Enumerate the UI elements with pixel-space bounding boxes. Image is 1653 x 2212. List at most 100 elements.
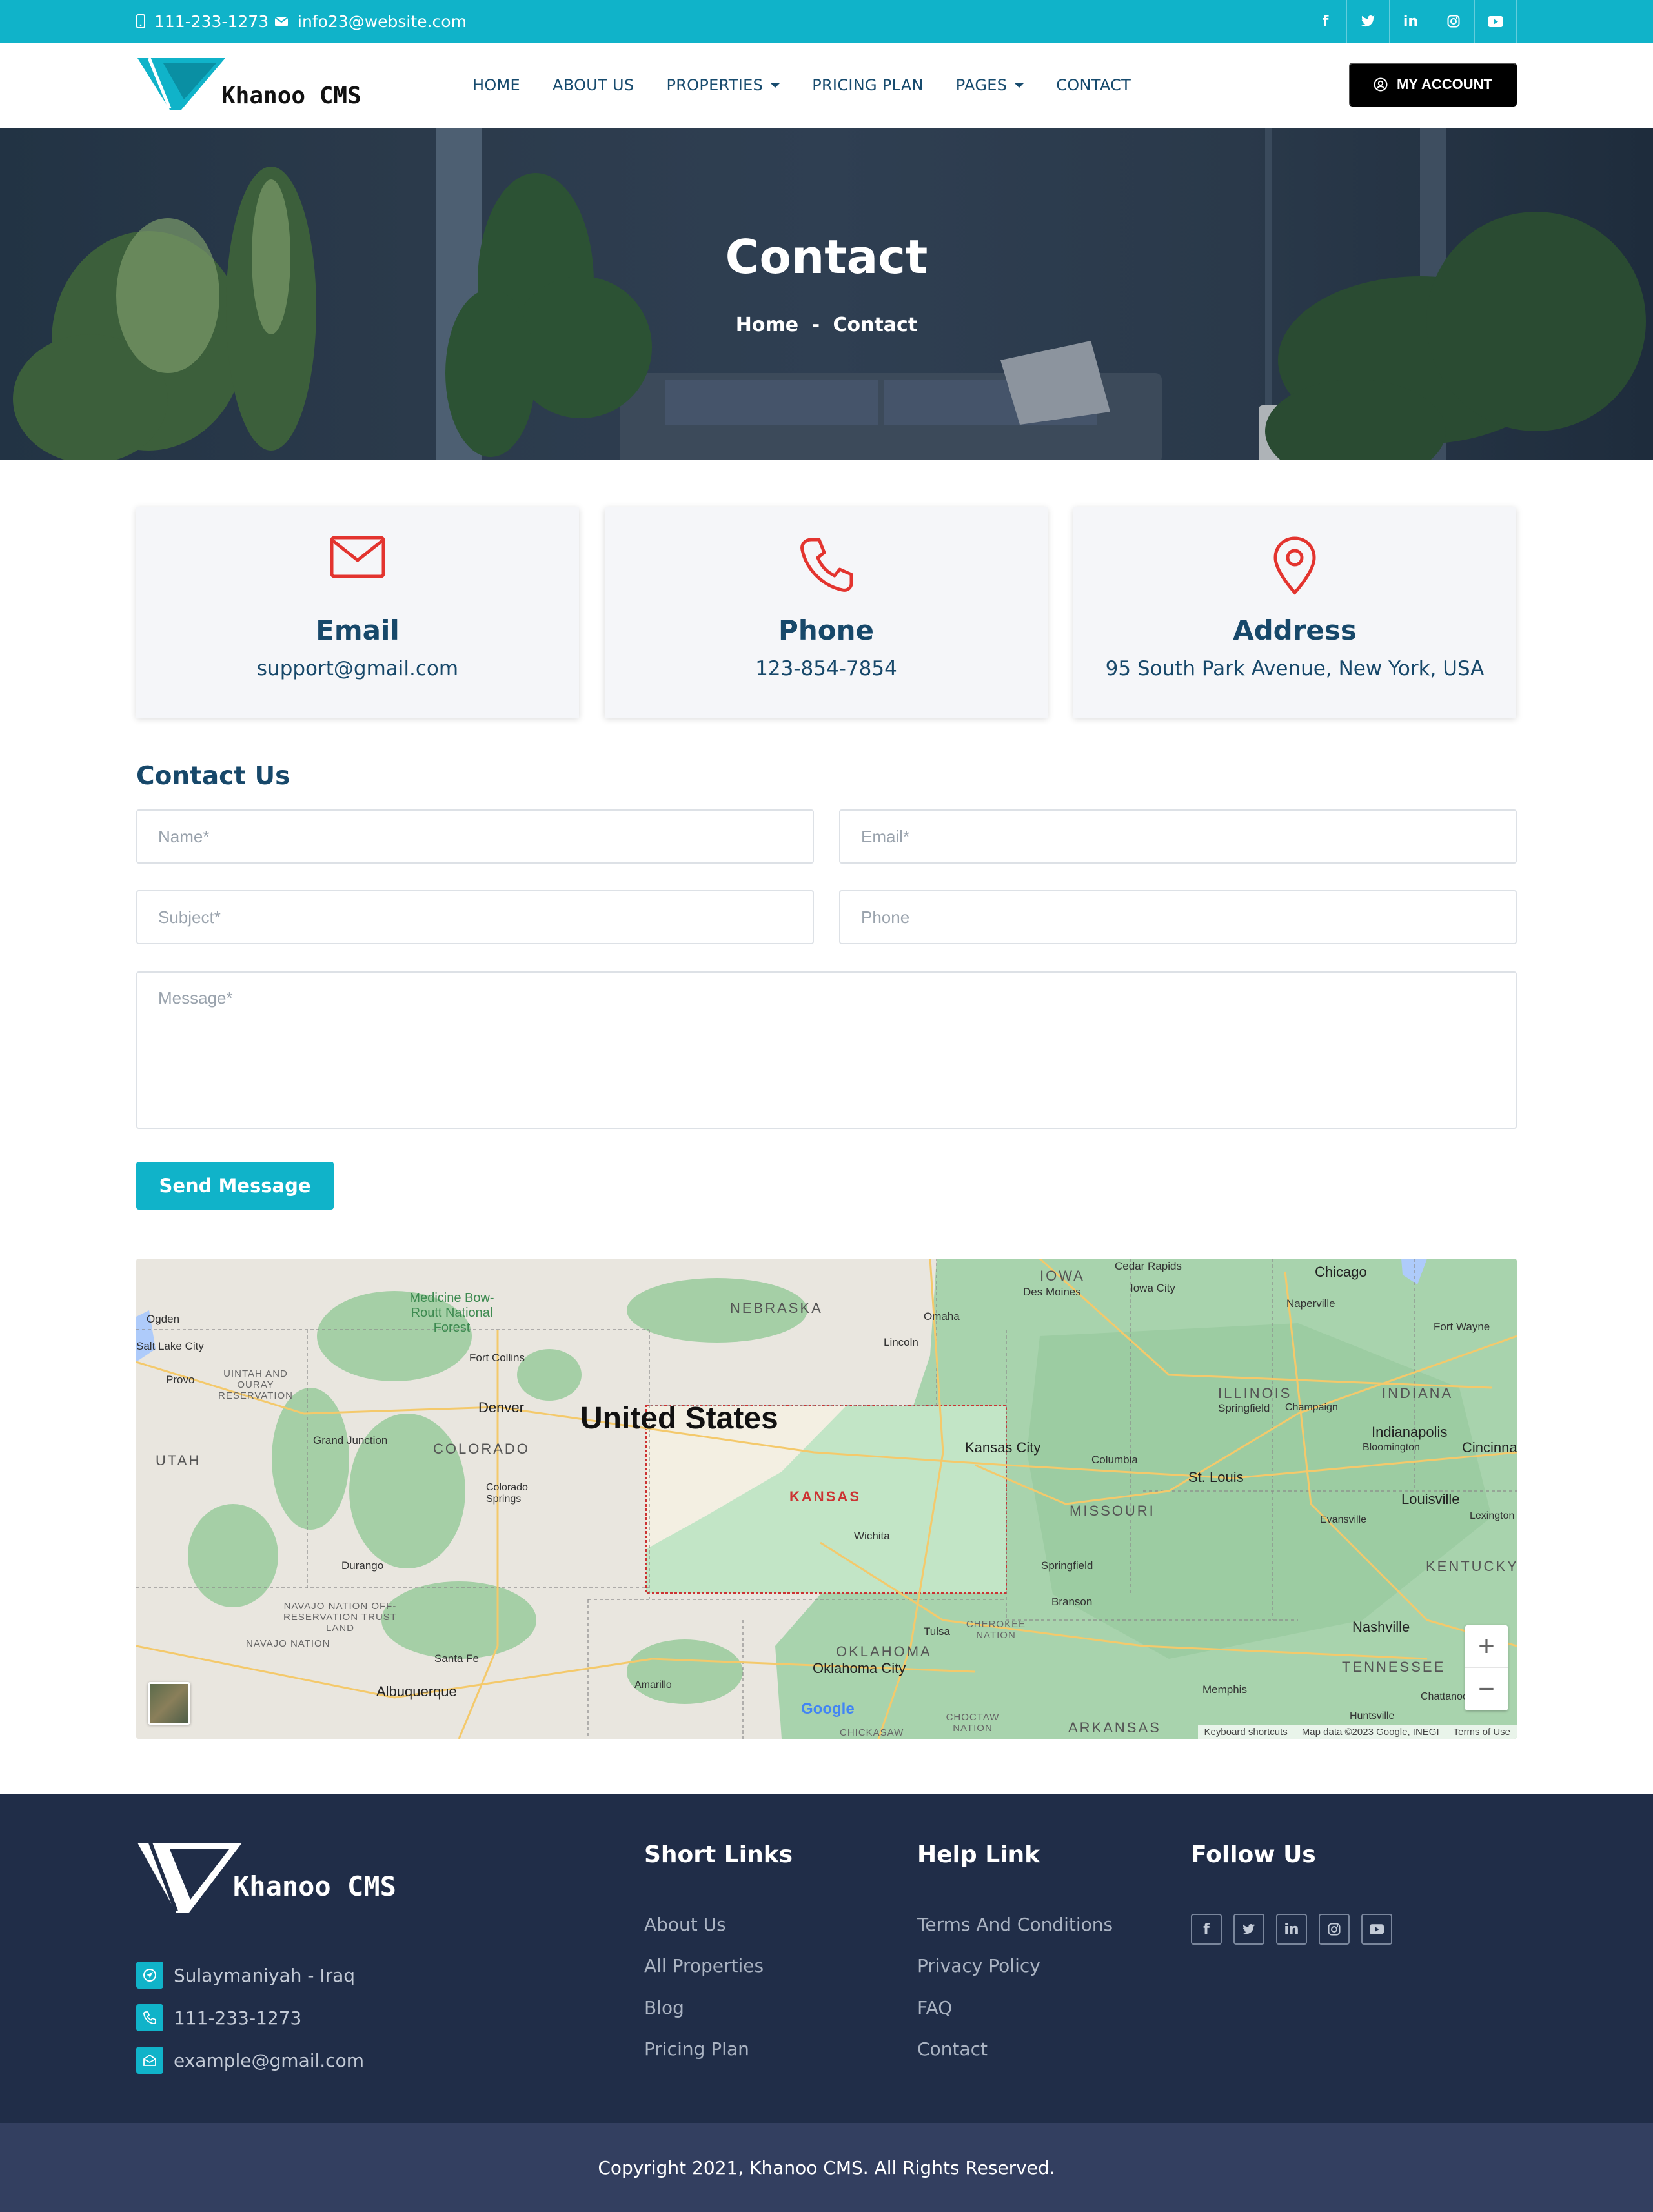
footer-link-contact[interactable]: Contact bbox=[917, 2038, 988, 2060]
map-city-label: Chicago bbox=[1315, 1264, 1367, 1280]
map-city-label: Albuquerque bbox=[376, 1683, 457, 1700]
send-message-button[interactable]: Send Message bbox=[136, 1162, 334, 1210]
footer-link-privacy-policy[interactable]: Privacy Policy bbox=[917, 1955, 1040, 1976]
nav-properties-dropdown[interactable]: PROPERTIES bbox=[666, 76, 780, 94]
map-city-label: Santa Fe bbox=[434, 1652, 479, 1665]
email-info-card: Email support@gmail.com bbox=[136, 507, 579, 718]
user-circle-icon bbox=[1374, 77, 1388, 92]
card-value: support@gmail.com bbox=[256, 657, 459, 680]
main-navbar: Khanoo CMS HOME ABOUT US PROPERTIES PRIC… bbox=[0, 43, 1653, 128]
copyright-bar: Copyright 2021, Khanoo CMS. All Rights R… bbox=[0, 2123, 1653, 2212]
footer-phone-text: 111-233-1273 bbox=[174, 2007, 302, 2029]
footer-logo-text: Khanoo CMS bbox=[233, 1871, 396, 1902]
map-city-label: Nashville bbox=[1352, 1619, 1410, 1635]
map-city-label: Denver bbox=[478, 1399, 524, 1415]
facebook-icon[interactable]: f bbox=[1304, 0, 1346, 43]
phone-icon bbox=[800, 538, 853, 592]
email-input[interactable] bbox=[839, 809, 1517, 864]
map-satellite-toggle[interactable] bbox=[148, 1682, 190, 1725]
map-region-label: UINTAH AND OURAY RESERVATION bbox=[218, 1368, 294, 1401]
map-data-credit: Map data ©2023 Google, INEGI bbox=[1301, 1726, 1439, 1738]
card-title: Address bbox=[1233, 614, 1357, 646]
footer-link-terms[interactable]: Terms And Conditions bbox=[917, 1914, 1113, 1935]
topbar-social-links: f in bbox=[1304, 0, 1517, 43]
breadcrumb-home-link[interactable]: Home bbox=[736, 314, 798, 336]
facebook-icon[interactable]: f bbox=[1191, 1914, 1222, 1945]
card-value: 95 South Park Avenue, New York, USA bbox=[1105, 657, 1485, 680]
map-city-label: Champaign bbox=[1285, 1402, 1338, 1413]
map-state-label: KENTUCKY bbox=[1426, 1558, 1517, 1574]
envelope-icon bbox=[330, 536, 385, 578]
card-title: Phone bbox=[778, 614, 874, 646]
map-region-label: CHOCTAW NATION bbox=[946, 1712, 1000, 1734]
footer-link-faq[interactable]: FAQ bbox=[917, 1997, 952, 2018]
map-state-label: ARKANSAS bbox=[1068, 1720, 1161, 1736]
google-map[interactable]: United States KANSAS IOWA NEBRASKA ILLIN… bbox=[136, 1259, 1517, 1739]
youtube-icon[interactable] bbox=[1474, 0, 1517, 43]
nav-about-us[interactable]: ABOUT US bbox=[553, 76, 634, 94]
nav-contact[interactable]: CONTACT bbox=[1056, 76, 1131, 94]
follow-us-heading: Follow Us bbox=[1191, 1842, 1316, 1868]
map-city-label: Springfield bbox=[1218, 1402, 1270, 1414]
envelope-icon bbox=[274, 17, 289, 26]
map-pin-icon bbox=[1273, 536, 1316, 595]
twitter-icon[interactable] bbox=[1346, 0, 1389, 43]
phone-icon bbox=[136, 2004, 163, 2031]
instagram-icon[interactable] bbox=[1319, 1914, 1350, 1945]
page-hero: Contact Home - Contact bbox=[0, 128, 1653, 460]
nav-properties-label: PROPERTIES bbox=[666, 76, 764, 94]
map-city-label: Omaha bbox=[924, 1310, 960, 1323]
map-attribution: Keyboard shortcuts Map data ©2023 Google… bbox=[1197, 1725, 1517, 1739]
message-textarea[interactable] bbox=[136, 971, 1517, 1129]
breadcrumb: Home - Contact bbox=[0, 314, 1653, 336]
hero-background-image bbox=[13, 128, 1646, 460]
site-logo[interactable]: Khanoo CMS bbox=[136, 52, 361, 116]
youtube-icon[interactable] bbox=[1361, 1914, 1392, 1945]
footer-link-pricing-plan[interactable]: Pricing Plan bbox=[644, 2038, 749, 2060]
footer-logo[interactable]: Khanoo CMS bbox=[136, 1840, 396, 1916]
subject-input[interactable] bbox=[136, 890, 814, 944]
keyboard-shortcuts-link[interactable]: Keyboard shortcuts bbox=[1204, 1727, 1288, 1738]
twitter-icon[interactable] bbox=[1233, 1914, 1264, 1945]
phone-input[interactable] bbox=[839, 890, 1517, 944]
topbar-email[interactable]: info23@website.com bbox=[274, 0, 467, 43]
nav-pricing-plan[interactable]: PRICING PLAN bbox=[812, 76, 924, 94]
map-city-label: Provo bbox=[166, 1374, 195, 1386]
linkedin-icon[interactable]: in bbox=[1276, 1914, 1307, 1945]
map-city-label: Amarillo bbox=[634, 1679, 672, 1690]
footer-link-about-us[interactable]: About Us bbox=[644, 1914, 726, 1935]
zoom-out-button[interactable]: − bbox=[1465, 1668, 1508, 1710]
map-city-label: Fort Wayne bbox=[1434, 1321, 1490, 1333]
envelope-open-icon bbox=[136, 2047, 163, 2074]
map-city-label: Lexington bbox=[1470, 1510, 1515, 1521]
my-account-button[interactable]: MY ACCOUNT bbox=[1349, 63, 1517, 107]
map-city-label: Grand Junction bbox=[313, 1434, 388, 1446]
footer-email[interactable]: example@gmail.com bbox=[136, 2047, 364, 2074]
nav-pages-label: PAGES bbox=[955, 76, 1008, 94]
map-city-label: St. Louis bbox=[1188, 1469, 1244, 1485]
nav-contact-label: CONTACT bbox=[1056, 76, 1131, 94]
map-state-label: MISSOURI bbox=[1070, 1503, 1155, 1519]
map-region-label: NAVAJO NATION OFF-RESERVATION TRUST LAND bbox=[283, 1601, 397, 1634]
instagram-icon[interactable] bbox=[1432, 0, 1474, 43]
footer-link-blog[interactable]: Blog bbox=[644, 1997, 684, 2018]
map-state-label: IOWA bbox=[1040, 1268, 1085, 1284]
map-city-label: Evansville bbox=[1320, 1514, 1367, 1525]
linkedin-icon[interactable]: in bbox=[1389, 0, 1432, 43]
nav-home[interactable]: HOME bbox=[472, 76, 520, 94]
map-city-label: Wichita bbox=[854, 1530, 890, 1542]
breadcrumb-current: Contact bbox=[833, 314, 918, 336]
map-region-label: CHEROKEE NATION bbox=[966, 1619, 1026, 1641]
zoom-in-button[interactable]: + bbox=[1465, 1625, 1508, 1668]
topbar-phone-text: 111-233-1273 bbox=[154, 12, 269, 31]
nav-pages-dropdown[interactable]: PAGES bbox=[956, 76, 1024, 94]
topbar-phone[interactable]: 111-233-1273 bbox=[136, 0, 269, 43]
terms-of-use-link[interactable]: Terms of Use bbox=[1454, 1727, 1510, 1738]
name-input[interactable] bbox=[136, 809, 814, 864]
map-state-label: ILLINOIS bbox=[1218, 1385, 1292, 1401]
contact-form-heading: Contact Us bbox=[136, 762, 290, 791]
my-account-label: MY ACCOUNT bbox=[1397, 76, 1492, 92]
footer-phone[interactable]: 111-233-1273 bbox=[136, 2004, 301, 2031]
short-links-heading: Short Links bbox=[644, 1842, 793, 1868]
footer-link-all-properties[interactable]: All Properties bbox=[644, 1955, 764, 1976]
